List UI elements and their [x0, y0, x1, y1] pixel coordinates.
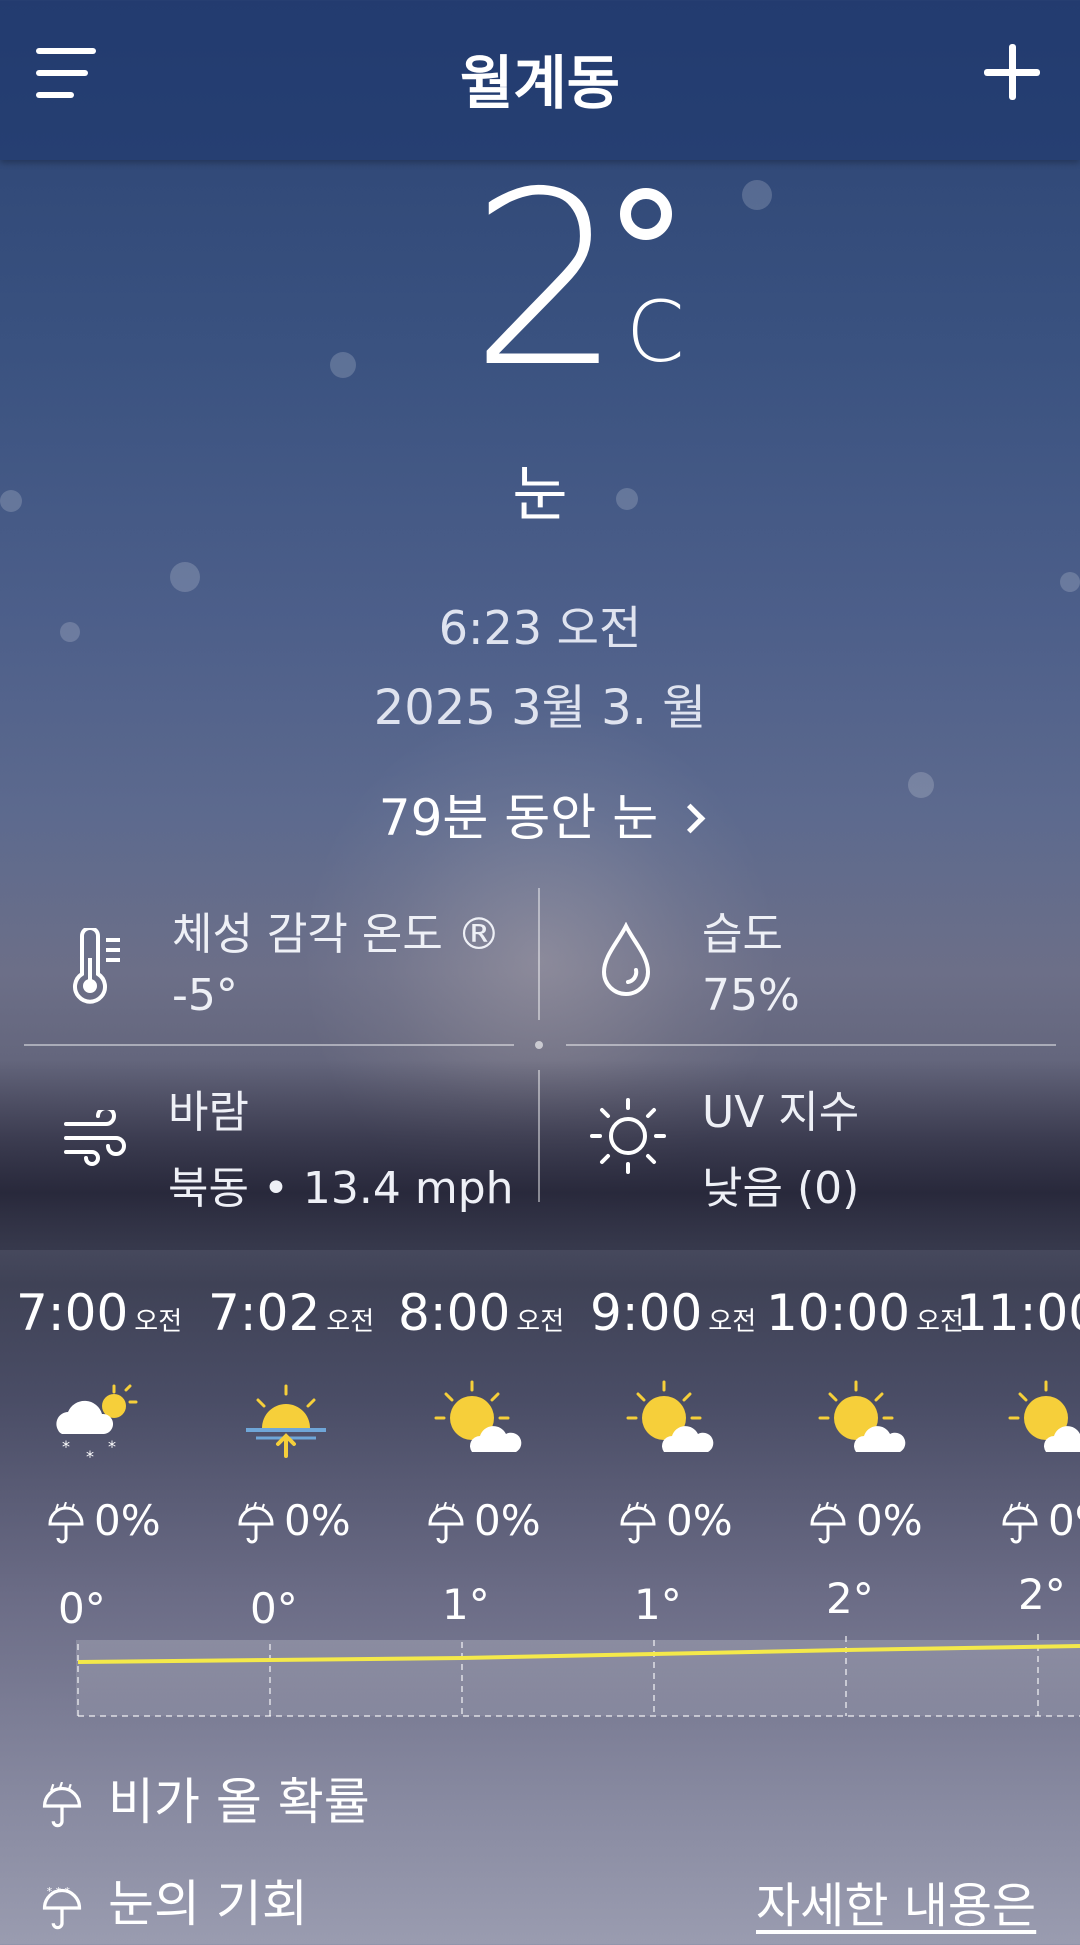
sunrise-icon: [246, 1384, 326, 1458]
hourly-time: 10:00 오전: [766, 1284, 964, 1342]
divider: [566, 1044, 1056, 1046]
degree-icon: [620, 188, 672, 240]
uv-value: 낮음 (0): [702, 1163, 860, 1214]
svg-text:*: *: [86, 1447, 94, 1466]
hourly-time: 11:00: [956, 1284, 1080, 1342]
umbrella-icon: [1002, 1501, 1038, 1543]
hourly-time: 9:00 오전: [590, 1284, 757, 1342]
hourly-temp: 2°: [826, 1574, 874, 1623]
current-condition: 눈: [512, 460, 568, 530]
umbrella-icon: [810, 1501, 846, 1543]
snowflake: [330, 352, 356, 378]
temperature-chart: [77, 1634, 1080, 1717]
hourly-precip: 0%: [426, 1496, 541, 1546]
plus-icon[interactable]: [984, 44, 1040, 100]
hourly-precip: 0%: [236, 1496, 351, 1546]
hourly-time: 7:02 오전: [208, 1284, 375, 1342]
snow-umbrella-icon: * * *: [42, 1884, 82, 1929]
current-temperature: 2: [470, 140, 623, 420]
divider: [538, 888, 540, 1020]
umbrella-icon: [620, 1501, 656, 1543]
uv-label: UV 지수: [702, 1087, 860, 1138]
snowflake: [1060, 572, 1080, 592]
droplet-icon: [601, 922, 651, 996]
background-treeline: [0, 1060, 1080, 1250]
wind-label: 바람: [168, 1087, 249, 1138]
legend-snow-chance: * * * 눈의 기회: [40, 1864, 308, 1936]
location-title[interactable]: 월계동: [0, 36, 1080, 120]
sun-cloud-icon: [818, 1380, 906, 1452]
snowflake: [170, 562, 200, 592]
umbrella-icon: [238, 1501, 274, 1543]
feels-like-value: -5°: [172, 970, 238, 1021]
snow-cloud-sun-icon: * * *: [56, 1384, 138, 1466]
current-time: 6:23 오전: [438, 601, 642, 655]
divider-dot: [535, 1041, 543, 1049]
sun-cloud-icon: [626, 1380, 714, 1452]
snowflake: [742, 180, 772, 210]
svg-text:*: *: [108, 1437, 116, 1456]
sun-cloud-icon: [434, 1380, 522, 1452]
wind-value: 북동 • 13.4 mph: [168, 1163, 514, 1214]
precip-notice-text: 79분 동안 눈: [378, 789, 659, 847]
svg-text:* * *: * * *: [47, 1884, 71, 1897]
umbrella-icon: [428, 1501, 464, 1543]
hourly-time: 8:00 오전: [398, 1284, 565, 1342]
chevron-right-icon: [675, 803, 706, 834]
legend-rain-chance: 비가 올 확률: [40, 1762, 370, 1834]
more-details-link[interactable]: 자세한 내용은: [756, 1866, 1036, 1936]
temperature-trend-line: [77, 1644, 1080, 1664]
svg-text:*: *: [62, 1437, 70, 1456]
hourly-precip: 0%: [618, 1496, 733, 1546]
divider: [538, 1070, 540, 1202]
hourly-time: 7:00 오전: [16, 1284, 183, 1342]
current-date: 2025 3월 3. 월: [373, 680, 707, 736]
umbrella-icon: [48, 1501, 84, 1543]
humidity-label: 습도: [702, 909, 783, 960]
sun-cloud-icon: [1008, 1380, 1080, 1452]
temperature-unit: C: [626, 283, 685, 381]
hourly-precip: 0%: [46, 1496, 161, 1546]
hourly-temp: 2°: [1018, 1570, 1066, 1619]
divider: [24, 1044, 514, 1046]
umbrella-icon: [42, 1781, 82, 1827]
feels-like-label: 체성 감각 온도 ®: [172, 909, 501, 960]
wind-icon: [64, 1110, 126, 1166]
hourly-precip: 0%: [1000, 1496, 1080, 1546]
precip-notice-link[interactable]: 79분 동안 눈: [0, 778, 1080, 850]
thermometer-icon: [73, 928, 120, 1004]
hourly-precip: 0%: [808, 1496, 923, 1546]
sun-icon: [590, 1098, 666, 1174]
humidity-value: 75%: [702, 970, 800, 1021]
